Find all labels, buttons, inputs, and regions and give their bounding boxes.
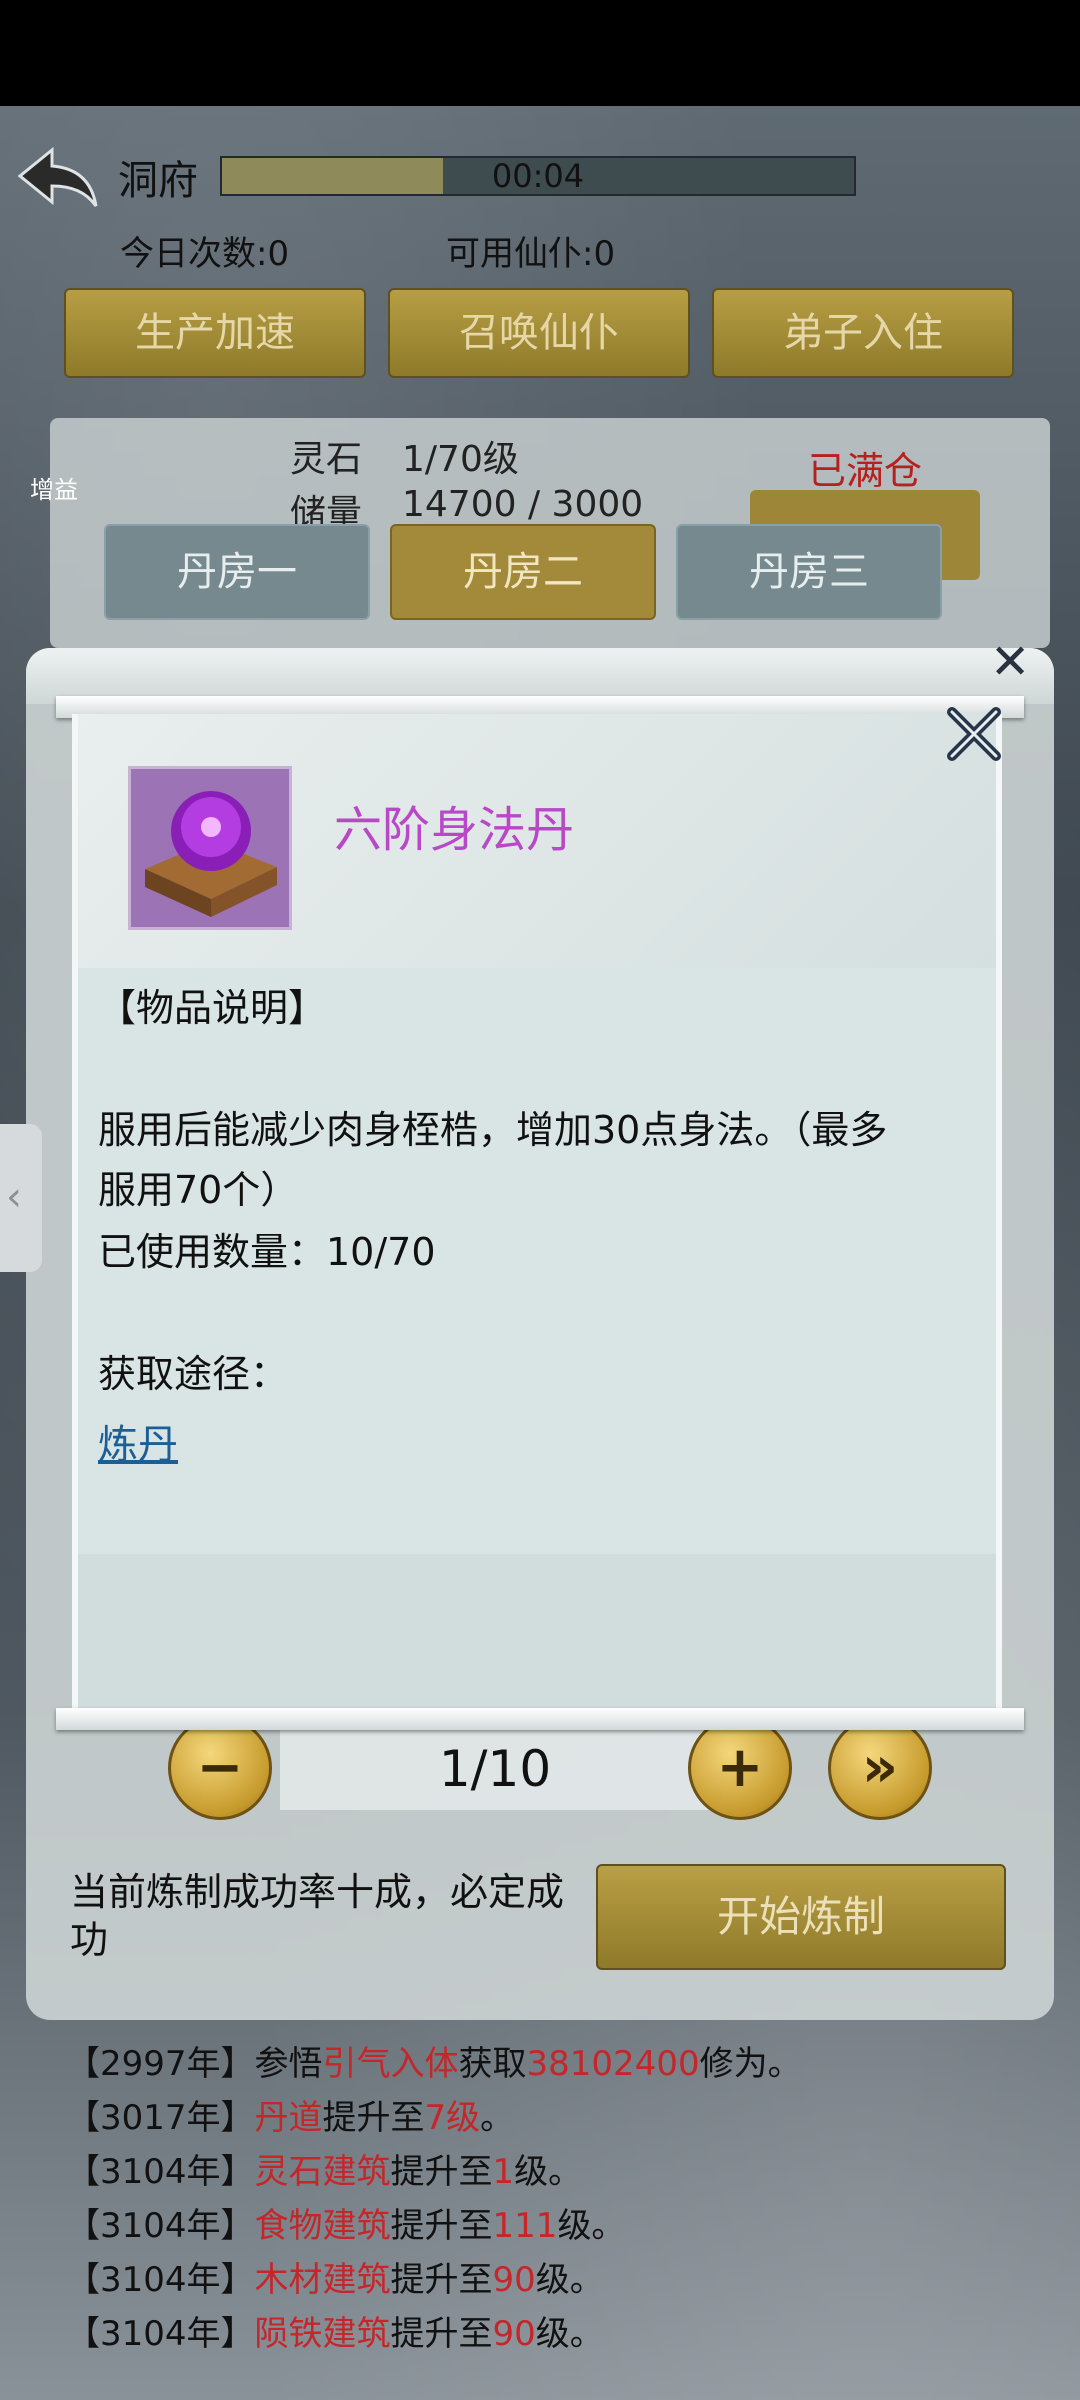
purple-orb-box-icon: [145, 791, 277, 917]
log-e: 。: [480, 2098, 515, 2138]
log-d: 38102400: [526, 2044, 700, 2084]
item-detail-modal: 六阶身法丹 【物品说明】 服用后能减少肉身桎梏，增加30点身法。（最多 服用70…: [72, 714, 1002, 1708]
log-d: 111: [492, 2206, 558, 2246]
log-b: 灵石建筑: [254, 2152, 391, 2192]
log-entry: 【3017年】丹道提升至7级。: [66, 2090, 514, 2139]
minus-icon: −: [196, 1735, 244, 1800]
double-chevron-right-icon: »: [861, 1735, 899, 1800]
log-year: 【3104年】: [66, 2260, 255, 2300]
log-e: 修为。: [699, 2044, 802, 2084]
pill-item-icon: [128, 766, 292, 930]
log-b: 引气入体: [322, 2044, 459, 2084]
log-c: 提升至: [390, 2260, 493, 2300]
source-link-alchemy[interactable]: 炼丹: [98, 1412, 178, 1470]
log-e: 级。: [557, 2206, 626, 2246]
plus-icon: +: [716, 1735, 764, 1800]
log-c: 提升至: [322, 2098, 425, 2138]
description-line-1: 服用后能减少肉身桎梏，增加30点身法。（最多: [98, 1108, 888, 1152]
page-title: 洞府: [118, 158, 198, 204]
log-b: 陨铁建筑: [254, 2314, 391, 2354]
log-b: 丹道: [254, 2098, 323, 2138]
log-e: 级。: [514, 2152, 583, 2192]
back-arrow-icon: [17, 146, 98, 207]
used-count: 已使用数量：10/70: [98, 1230, 436, 1274]
log-entry: 【3104年】木材建筑提升至90级。: [66, 2252, 604, 2301]
source-label: 获取途径：: [98, 1352, 289, 1396]
log-e: 级。: [535, 2314, 604, 2354]
progress-timer: 00:04: [491, 157, 585, 195]
log-year: 【3104年】: [66, 2206, 255, 2246]
log-entry: 【2997年】参悟引气入体获取38102400修为。: [66, 2036, 802, 2085]
max-button[interactable]: »: [828, 1716, 932, 1820]
success-rate-text: 当前炼制成功率十成，必定成功: [70, 1870, 565, 1962]
start-refining-button[interactable]: 开始炼制: [596, 1864, 1006, 1970]
side-drawer-handle[interactable]: ‹: [0, 1124, 42, 1272]
log-c: 提升至: [390, 2152, 493, 2192]
log-c: 提升至: [390, 2314, 493, 2354]
modal-scroll-bar-bottom: [56, 1708, 1024, 1730]
disciple-button[interactable]: 弟子入住: [712, 288, 1014, 378]
item-name: 六阶身法丹: [334, 802, 575, 858]
section-title: 【物品说明】: [98, 986, 327, 1030]
tab-room-2[interactable]: 丹房二: [390, 524, 656, 620]
panel-close-icon[interactable]: ✕: [990, 634, 1030, 690]
log-d: 90: [492, 2314, 536, 2354]
log-year: 【3104年】: [66, 2152, 255, 2192]
status-bar: [0, 0, 1080, 106]
log-entry: 【3104年】灵石建筑提升至1级。: [66, 2144, 582, 2193]
log-year: 【3104年】: [66, 2314, 255, 2354]
log-entry: 【3104年】食物建筑提升至111级。: [66, 2198, 625, 2247]
building-name: 灵石: [290, 439, 363, 480]
log-year: 【3017年】: [66, 2098, 255, 2138]
production-progress: 00:04: [220, 156, 856, 196]
storage-value: 14700 / 3000: [402, 484, 644, 525]
log-d: 7级: [424, 2098, 481, 2138]
tab-room-3[interactable]: 丹房三: [676, 524, 942, 620]
tab-room-1[interactable]: 丹房一: [104, 524, 370, 620]
decrease-button[interactable]: −: [168, 1716, 272, 1820]
quantity-value: 1/10: [438, 1740, 552, 1798]
log-year: 【2997年】: [66, 2044, 255, 2084]
log-b: 食物建筑: [254, 2206, 391, 2246]
log-d: 1: [492, 2152, 515, 2192]
back-button[interactable]: [12, 142, 102, 212]
close-icon: [947, 707, 1001, 761]
description-line-2: 服用70个）: [98, 1168, 299, 1212]
increase-button[interactable]: +: [688, 1716, 792, 1820]
log-e: 级。: [535, 2260, 604, 2300]
chevron-left-icon: ‹: [6, 1174, 22, 1220]
today-count: 今日次数:0: [120, 234, 290, 274]
log-a: 参悟: [254, 2044, 323, 2084]
log-entry: 【3104年】陨铁建筑提升至90级。: [66, 2306, 604, 2355]
storage-full-label: 已满仓: [808, 449, 923, 493]
log-b: 木材建筑: [254, 2260, 391, 2300]
log-c: 获取: [458, 2044, 527, 2084]
log-d: 90: [492, 2260, 536, 2300]
available-servants: 可用仙仆:0: [446, 234, 616, 274]
building-level: 1/70级: [402, 439, 519, 480]
log-c: 提升至: [390, 2206, 493, 2246]
speed-up-button[interactable]: 生产加速: [64, 288, 366, 378]
summon-servant-button[interactable]: 召唤仙仆: [388, 288, 690, 378]
modal-close-button[interactable]: [944, 706, 1014, 766]
modal-footer-area: [78, 1554, 996, 1708]
boost-label: 增益: [30, 476, 78, 504]
